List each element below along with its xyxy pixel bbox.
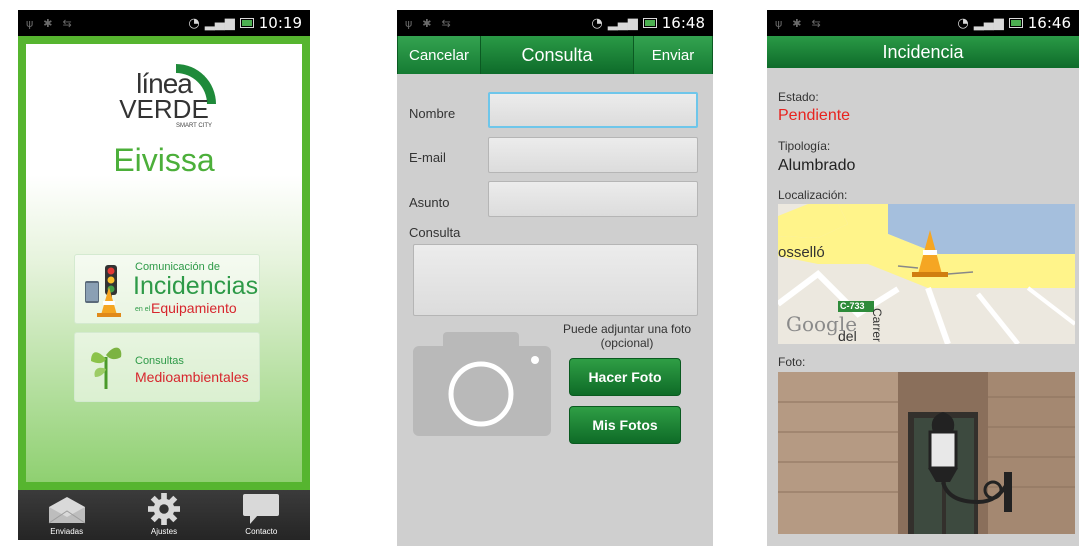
tab-ajustes[interactable]: Ajustes: [124, 493, 204, 536]
incidencias-enel: en el: [135, 306, 151, 313]
foto-label: Foto:: [778, 355, 806, 369]
android-icon: ✱: [422, 16, 432, 30]
signal-icon: ▂▄▆: [607, 15, 638, 31]
status-bar: ψ ✱ ⇆ ◔ ▂▄▆ 16:48: [397, 10, 713, 36]
home-panel: línea VERDE SMART CITY Eivissa Comunicac…: [26, 44, 302, 482]
nombre-label: Nombre: [409, 106, 456, 121]
tab-enviadas[interactable]: Enviadas: [27, 495, 107, 536]
incidencias-title: Incidencias: [133, 272, 259, 300]
tipologia-label: Tipología:: [778, 139, 831, 153]
page-title: Incidencia: [767, 36, 1079, 68]
estado-label: Estado:: [778, 90, 819, 104]
street-lamp-photo: [778, 372, 1075, 534]
traffic-light-icon: [85, 265, 121, 317]
take-photo-button[interactable]: Hacer Foto: [569, 358, 681, 396]
usb-icon: ψ: [405, 16, 413, 30]
send-button[interactable]: Enviar: [633, 36, 713, 74]
wifi-icon: ◔: [591, 15, 603, 31]
incidencia-screen: ψ ✱ ⇆ ◔ ▂▄▆ 16:46 Incidencia Estado: Pendi…: [767, 10, 1079, 546]
bottom-tab-bar: Enviadas Ajustes Contacto: [18, 490, 310, 540]
battery-icon: [239, 18, 254, 28]
tab-label: Contacto: [245, 527, 278, 536]
android-icon: ✱: [792, 16, 802, 30]
localizacion-label: Localización:: [778, 188, 848, 202]
estado-value: Pendiente: [778, 107, 851, 124]
photo-hint: Puede adjuntar una foto (opcional): [562, 322, 692, 350]
asunto-field[interactable]: [488, 181, 698, 217]
usb-icon: ψ: [26, 16, 34, 30]
sync-icon: ⇆: [811, 16, 821, 30]
incidencias-button[interactable]: Comunicación de Incidencias en el Equipa…: [74, 254, 260, 324]
home-frame: línea VERDE SMART CITY Eivissa Comunicac…: [18, 36, 310, 490]
email-field[interactable]: [488, 137, 698, 173]
consulta-textarea[interactable]: [413, 244, 698, 316]
logo-verde: VERDE: [119, 94, 209, 124]
envelope-icon: [48, 497, 85, 524]
action-bar: Cancelar Consulta Enviar: [397, 36, 713, 74]
status-bar: ψ ✱ ⇆ ◔ ▂▄▆ 16:46: [767, 10, 1079, 36]
map-street-label-2: Carrer d: [870, 308, 884, 344]
tipologia-value: Alumbrado: [778, 157, 856, 174]
battery-icon: [1008, 18, 1023, 28]
sync-icon: ⇆: [62, 16, 72, 30]
location-map[interactable]: osselló C-733 Carrer d Google del: [778, 204, 1075, 344]
tab-label: Enviadas: [50, 527, 84, 536]
consultas-line2: Medioambientales: [135, 369, 249, 385]
android-icon: ✱: [43, 16, 53, 30]
nombre-field[interactable]: [488, 92, 698, 128]
camera-icon[interactable]: [413, 332, 551, 436]
map-road-badge: C-733: [840, 301, 865, 311]
usb-icon: ψ: [775, 16, 783, 30]
consultas-button[interactable]: Consultas Medioambientales: [74, 332, 260, 402]
tab-label: Ajustes: [150, 527, 178, 536]
email-label: E-mail: [409, 150, 446, 165]
consulta-label: Consulta: [409, 225, 461, 240]
wifi-icon: ◔: [957, 15, 969, 31]
wifi-icon: ◔: [188, 15, 200, 31]
consulta-screen: ψ ✱ ⇆ ◔ ▂▄▆ 16:48 Cancelar Consulta Enviar…: [397, 10, 713, 546]
city-title: Eivissa: [113, 142, 215, 178]
signal-icon: ▂▄▆: [204, 15, 235, 31]
tab-contacto[interactable]: Contacto: [221, 493, 301, 536]
asunto-label: Asunto: [409, 195, 450, 210]
my-photos-button[interactable]: Mis Fotos: [569, 406, 681, 444]
signal-icon: ▂▄▆: [973, 15, 1004, 31]
home-screen: ψ ✱ ⇆ ◔ ▂▄▆ 10:19 línea VERDE SMART CITY E…: [18, 10, 310, 540]
speech-bubble-icon: [243, 494, 280, 524]
battery-icon: [642, 18, 657, 28]
map-street-label: osselló: [778, 244, 825, 261]
incidencias-equipamiento: Equipamiento: [151, 300, 237, 316]
sync-icon: ⇆: [441, 16, 451, 30]
map-fragment: del: [838, 328, 857, 344]
page-title: Consulta: [521, 44, 593, 65]
incident-photo[interactable]: [778, 372, 1075, 534]
plant-icon: [91, 347, 122, 389]
gear-icon: [147, 493, 180, 525]
status-time: 10:19: [258, 14, 302, 32]
logo-smart-city: SMART CITY: [175, 123, 213, 129]
status-time: 16:46: [1027, 14, 1071, 32]
consultas-line1: Consultas: [135, 355, 184, 367]
status-time: 16:48: [661, 14, 705, 32]
cancel-button[interactable]: Cancelar: [397, 36, 481, 74]
status-bar: ψ ✱ ⇆ ◔ ▂▄▆ 10:19: [18, 10, 310, 36]
